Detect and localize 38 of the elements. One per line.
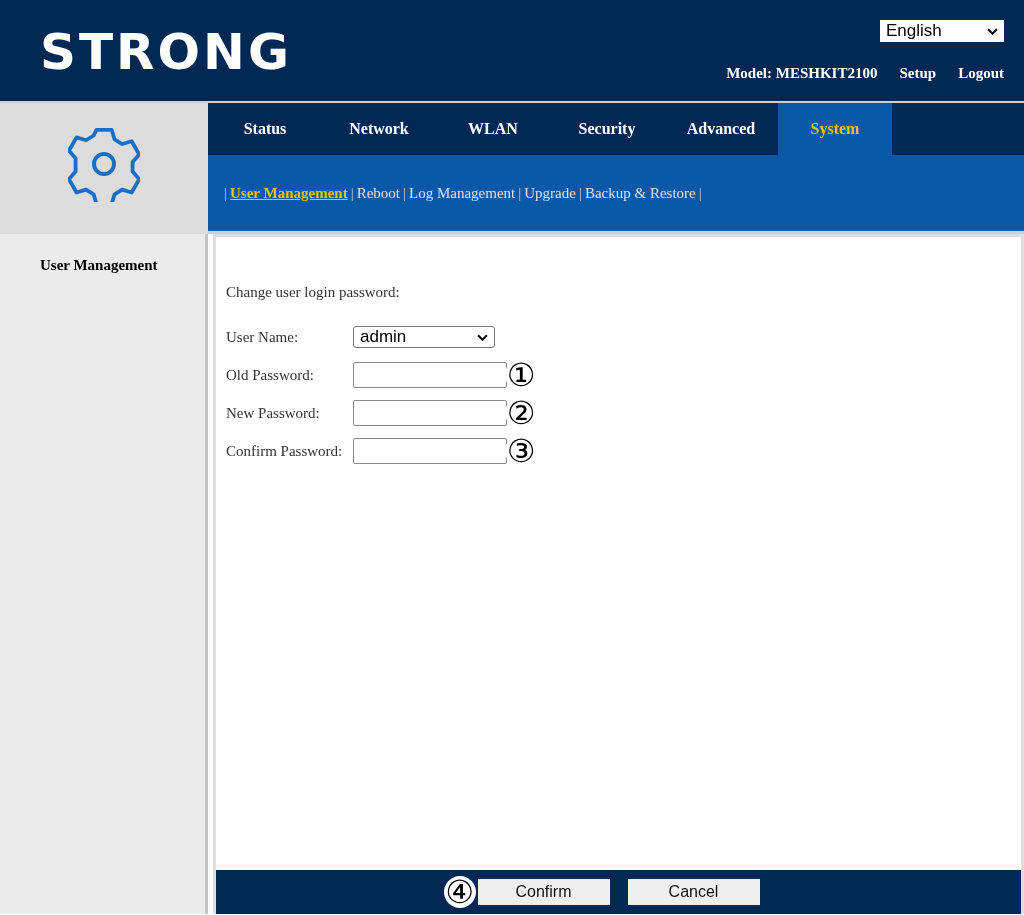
field-label: User Name: — [226, 328, 300, 346]
separator: | — [578, 184, 582, 202]
nav-tab[interactable]: System — [778, 103, 892, 155]
password-field[interactable] — [353, 400, 507, 426]
nav-tab[interactable]: Security — [550, 103, 664, 155]
subnav-link[interactable]: Backup & Restore — [584, 184, 696, 202]
callout-number: ④ — [443, 876, 476, 908]
model-label: Model: MESHKIT2100 — [726, 65, 878, 82]
field-label: Confirm Password: — [226, 442, 344, 460]
chevron-icon — [477, 333, 488, 341]
form-heading: Change user login password: — [226, 284, 401, 301]
nav-tab[interactable]: Advanced — [664, 103, 778, 155]
language-select[interactable]: English — [880, 20, 1004, 42]
field-label: New Password: — [226, 404, 321, 422]
header-link[interactable]: Setup — [899, 65, 937, 82]
user-select[interactable]: admin — [353, 326, 495, 348]
separator: | — [698, 184, 702, 202]
password-field[interactable] — [353, 362, 507, 388]
separator: | — [350, 184, 354, 202]
subnav-link[interactable]: User Management — [230, 184, 348, 202]
nav-tab[interactable]: Network — [322, 103, 436, 155]
separator: | — [403, 184, 406, 202]
footer-button[interactable]: Cancel — [627, 879, 760, 905]
nav-tab[interactable]: Status — [208, 103, 322, 155]
sidebar-item[interactable]: User Management — [0, 234, 205, 274]
subnav-link[interactable]: Reboot — [356, 184, 400, 202]
nav-tab[interactable]: WLAN — [436, 103, 550, 155]
separator: | — [224, 184, 227, 202]
logo: STRONG — [40, 24, 292, 80]
chevron-icon — [987, 27, 998, 35]
settings-icon — [68, 125, 140, 202]
subnav-link[interactable]: Log Management — [409, 184, 516, 202]
field-label: Old Password: — [226, 366, 315, 384]
separator: | — [518, 184, 522, 202]
subnav-link[interactable]: Upgrade — [524, 184, 576, 202]
header-link[interactable]: Logout — [958, 65, 1004, 82]
footer-button[interactable]: Confirm — [477, 879, 610, 905]
password-field[interactable] — [353, 438, 507, 464]
